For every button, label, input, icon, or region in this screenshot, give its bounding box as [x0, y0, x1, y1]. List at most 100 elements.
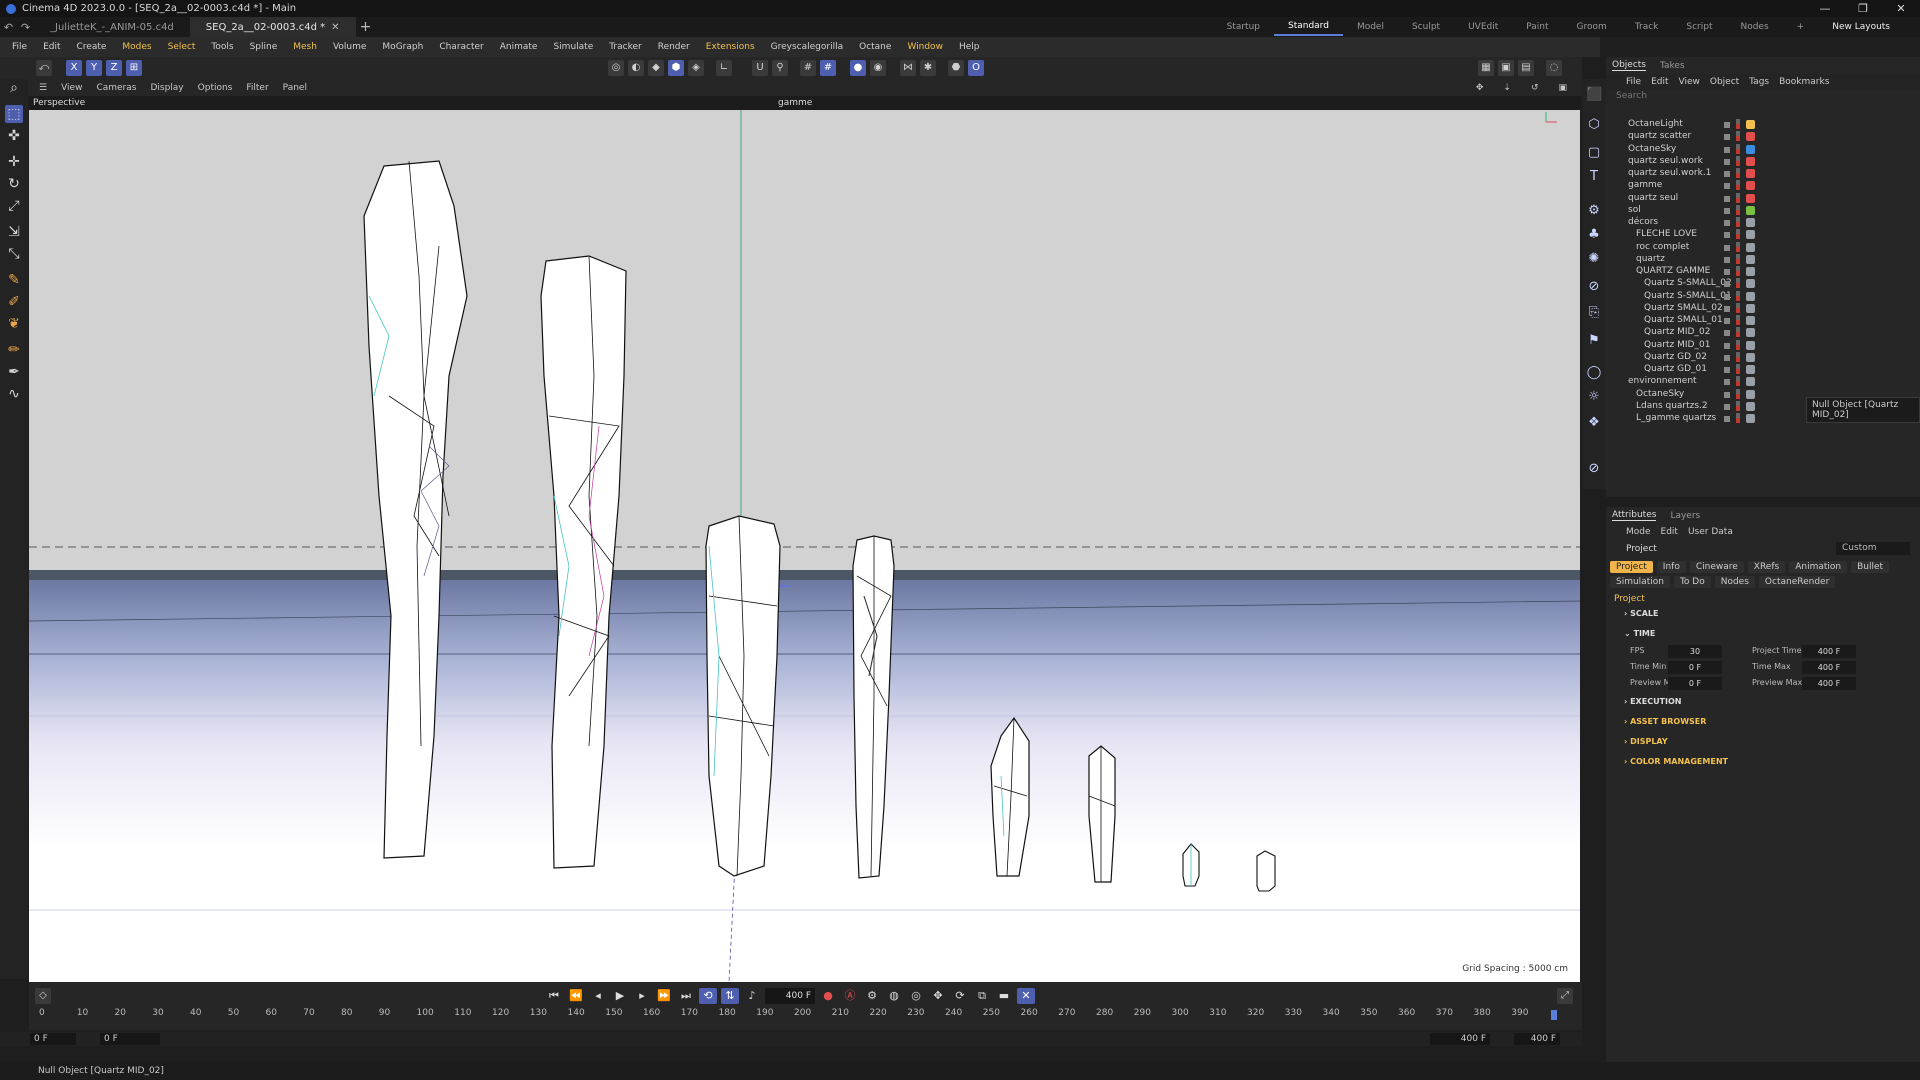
object-tag-icon[interactable]: [1746, 156, 1755, 166]
menu-mograph[interactable]: MoGraph: [374, 42, 431, 52]
paint-tool-icon[interactable]: ❦: [5, 315, 23, 333]
visibility-dots-icon[interactable]: [1736, 168, 1740, 178]
brush-tool-icon[interactable]: ✐: [5, 293, 23, 311]
doc-tab-2[interactable]: SEQ_2a__02-0003.c4d * ✕: [189, 17, 356, 37]
play-icon[interactable]: ▶: [611, 988, 629, 1004]
layer-toggle-icon[interactable]: [1724, 305, 1730, 312]
layer-toggle-icon[interactable]: [1724, 220, 1730, 226]
current-frame-field[interactable]: 400 F: [765, 988, 815, 1004]
tab-layers[interactable]: Layers: [1670, 511, 1700, 521]
layer-toggle-icon[interactable]: [1724, 195, 1730, 202]
scene-icon[interactable]: ❖: [1586, 415, 1602, 431]
layer-toggle-icon[interactable]: [1724, 256, 1730, 263]
play-mode-icon[interactable]: ⇅: [721, 988, 739, 1004]
object-tag-icon[interactable]: [1746, 401, 1755, 411]
asset-browser-icon[interactable]: ◌: [1546, 60, 1562, 76]
object-tag-icon[interactable]: [1746, 279, 1755, 289]
menu-help[interactable]: Help: [951, 42, 988, 52]
cube-icon[interactable]: ⬛: [1586, 87, 1602, 103]
visibility-dots-icon[interactable]: [1736, 229, 1740, 240]
new-layouts-button[interactable]: New Layouts: [1818, 22, 1904, 32]
layout-nodes[interactable]: Nodes: [1726, 22, 1782, 32]
timeline-ruler[interactable]: 0 10 20 30 40 50 60 70 80 90 100 110 120 130 140 150 160…: [29, 1008, 1582, 1032]
layer-toggle-icon[interactable]: [1724, 122, 1730, 128]
attr-tab-cineware[interactable]: Cineware: [1689, 561, 1744, 573]
object-tag-icon[interactable]: [1746, 377, 1755, 387]
light-icon[interactable]: ☼: [1586, 389, 1602, 405]
group-time[interactable]: ⌄ TIME: [1606, 624, 1920, 644]
group-scale[interactable]: › SCALE: [1606, 604, 1920, 624]
attributes-menu-user-data[interactable]: User Data: [1688, 527, 1733, 537]
menu-greyscalegorilla[interactable]: Greyscalegorilla: [763, 42, 851, 52]
visibility-dots-icon[interactable]: [1736, 315, 1740, 325]
object-tag-icon[interactable]: [1746, 120, 1755, 129]
environment-icon[interactable]: ◯: [1586, 365, 1602, 381]
group-execution[interactable]: › EXECUTION: [1606, 692, 1920, 712]
menu-volume[interactable]: Volume: [325, 42, 374, 52]
visibility-dots-icon[interactable]: [1736, 192, 1740, 203]
visibility-dots-icon[interactable]: [1736, 253, 1740, 264]
key-rotation-icon[interactable]: ◎: [907, 988, 925, 1004]
attr-tab-project[interactable]: Project: [1610, 561, 1653, 573]
generator-icon[interactable]: ⚙: [1586, 203, 1602, 219]
attributes-menu-edit[interactable]: Edit: [1661, 527, 1678, 537]
add-layout-icon[interactable]: +: [1783, 22, 1819, 32]
menu-modes[interactable]: Modes: [114, 42, 159, 52]
attr-tab-simulation[interactable]: Simulation: [1610, 576, 1670, 588]
next-key-icon[interactable]: ⏩: [655, 988, 673, 1004]
max-frame-field[interactable]: 400 F: [1430, 1033, 1490, 1045]
pen-tool-icon[interactable]: ✒: [5, 363, 23, 381]
scale-multi-icon[interactable]: ⤡: [5, 245, 23, 263]
object-tag-icon[interactable]: [1746, 193, 1755, 203]
solo-icon[interactable]: ●: [850, 60, 866, 76]
key-param-icon[interactable]: ⧉: [973, 988, 991, 1004]
select-tool-icon[interactable]: ⬚: [5, 105, 23, 123]
viewport-solo-icon[interactable]: ◉: [870, 60, 886, 76]
key-pla-icon[interactable]: ▬: [995, 988, 1013, 1004]
layer-toggle-icon[interactable]: [1724, 244, 1730, 251]
layer-toggle-icon[interactable]: [1724, 281, 1730, 288]
visibility-dots-icon[interactable]: [1736, 376, 1740, 387]
visibility-dots-icon[interactable]: [1736, 400, 1740, 411]
magnet-icon[interactable]: U: [752, 60, 768, 76]
object-tag-icon[interactable]: [1746, 414, 1755, 423]
layout-model[interactable]: Model: [1343, 22, 1398, 32]
go-to-start-icon[interactable]: ⏮: [545, 988, 563, 1004]
menu-mesh[interactable]: Mesh: [285, 42, 325, 52]
autokey-icon[interactable]: Ⓐ: [841, 988, 859, 1004]
vp-menu-display[interactable]: Display: [143, 83, 190, 93]
toggle-views-icon[interactable]: ▣: [1551, 83, 1574, 93]
start-frame-field[interactable]: 0 F: [30, 1033, 76, 1045]
keyframe-selection-icon[interactable]: ⚙: [863, 988, 881, 1004]
primitive-icon[interactable]: ⬡: [1586, 117, 1602, 133]
attr-tab-nodes[interactable]: Nodes: [1714, 576, 1755, 588]
menu-create[interactable]: Create: [69, 42, 115, 52]
perspective-viewport[interactable]: Grid Spacing : 5000 cm: [29, 96, 1580, 982]
objects-menu-bookmarks[interactable]: Bookmarks: [1779, 77, 1829, 87]
vp-menu-cameras[interactable]: Cameras: [89, 83, 143, 93]
time-max-field[interactable]: 400 F: [1802, 661, 1856, 674]
layout-startup[interactable]: Startup: [1213, 22, 1274, 32]
object-tag-icon[interactable]: [1746, 205, 1755, 215]
visibility-dots-icon[interactable]: [1736, 131, 1740, 142]
layout-standard[interactable]: Standard: [1273, 18, 1343, 36]
visibility-dots-icon[interactable]: [1736, 351, 1740, 362]
key-move-icon[interactable]: ✥: [929, 988, 947, 1004]
preview-min-field[interactable]: 0 F: [1668, 677, 1722, 690]
menu-edit[interactable]: Edit: [35, 42, 68, 52]
vp-menu-options[interactable]: Options: [191, 83, 240, 93]
pan-icon[interactable]: ✥: [1469, 83, 1491, 93]
visibility-dots-icon[interactable]: [1736, 290, 1740, 301]
menu-render[interactable]: Render: [650, 42, 698, 52]
x-axis-lock-icon[interactable]: X: [66, 60, 82, 76]
search-icon[interactable]: ⌕: [5, 79, 23, 97]
axis-mode-icon[interactable]: ∟: [716, 60, 732, 76]
layout-script[interactable]: Script: [1672, 22, 1726, 32]
tag-icon[interactable]: ⊘: [1586, 461, 1602, 477]
tab-attributes[interactable]: Attributes: [1612, 510, 1657, 521]
layout-track[interactable]: Track: [1621, 22, 1673, 32]
menu-octane[interactable]: Octane: [851, 42, 899, 52]
minimize-button[interactable]: —: [1806, 0, 1844, 17]
object-tag-icon[interactable]: [1746, 218, 1755, 227]
spline-primitive-icon[interactable]: ▢: [1586, 145, 1602, 161]
